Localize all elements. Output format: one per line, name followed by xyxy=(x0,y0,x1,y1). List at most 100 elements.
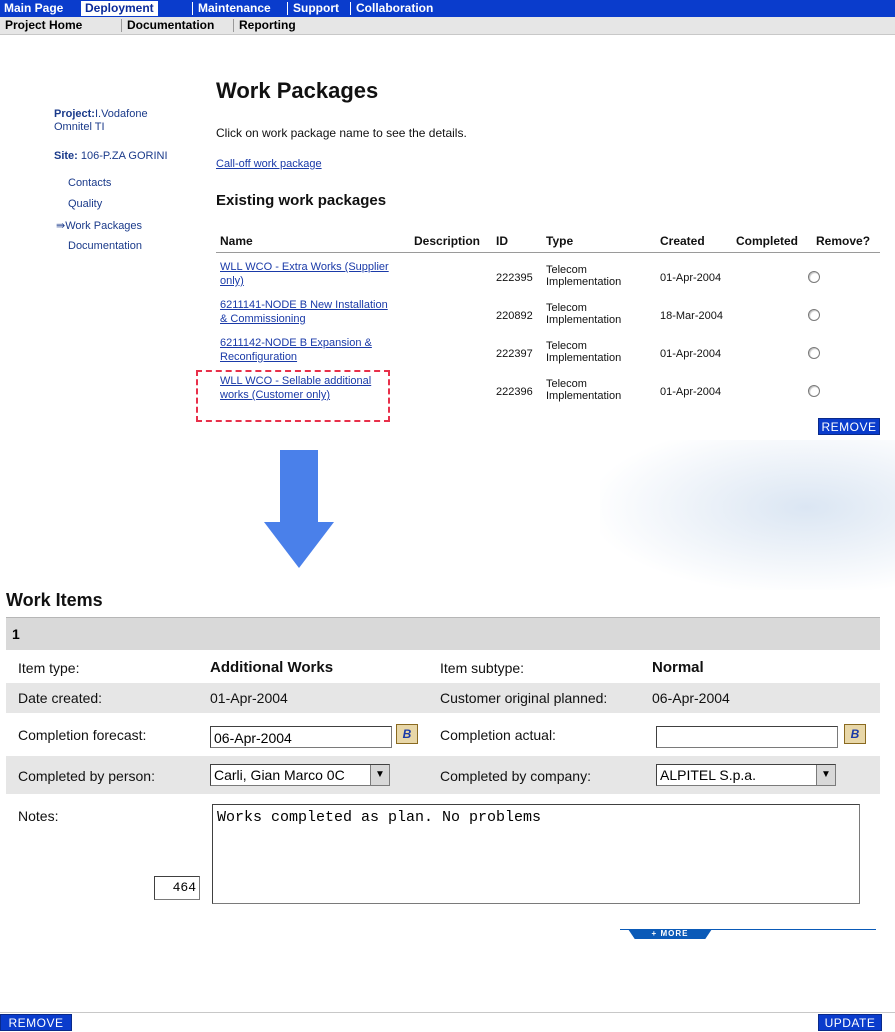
table-row: 6211142-NODE B Expansion & Reconfigurati… xyxy=(216,334,880,372)
col-created: Created xyxy=(660,234,705,248)
col-completed: Completed xyxy=(736,234,799,248)
row-item-type: Item type: Additional Works Item subtype… xyxy=(6,652,880,682)
row-completed-by: Completed by person: Carli, Gian Marco 0… xyxy=(6,756,880,794)
nav-separator xyxy=(287,2,288,15)
chevron-down-icon: ▼ xyxy=(370,765,389,785)
item-subtype-label: Item subtype: xyxy=(440,660,525,676)
completed-by-company-select[interactable]: ALPITEL S.p.a. ▼ xyxy=(656,764,836,786)
sidebar-item-work-packages[interactable]: ⇛Work Packages xyxy=(56,219,142,232)
select-value: Carli, Gian Marco 0C xyxy=(214,767,345,783)
remove-packages-button[interactable]: REMOVE xyxy=(818,418,880,435)
page-title: Work Packages xyxy=(216,78,379,103)
sidebar-project-name[interactable]: I.Vodafone xyxy=(95,108,148,120)
sidebar-item-quality[interactable]: Quality xyxy=(68,198,102,210)
row-completion: Completion forecast: 06-Apr-2004 B Compl… xyxy=(6,716,880,752)
item-type-label: Item type: xyxy=(18,660,80,676)
subnav-separator xyxy=(233,19,234,32)
highlight-box xyxy=(196,370,390,422)
work-items-title: Work Items xyxy=(6,590,103,610)
remove-radio[interactable] xyxy=(808,271,820,283)
notes-label: Notes: xyxy=(18,808,59,824)
subnav-reporting[interactable]: Reporting xyxy=(236,18,299,33)
completion-actual-label: Completion actual: xyxy=(440,727,556,743)
page-hint: Click on work package name to see the de… xyxy=(216,126,467,140)
package-type: Telecom Implementation xyxy=(546,302,622,326)
table-row: 6211141-NODE B New Installation & Commis… xyxy=(216,296,880,334)
calendar-icon[interactable]: B xyxy=(396,724,418,744)
package-created: 18-Mar-2004 xyxy=(660,310,723,322)
nav-support[interactable]: Support xyxy=(289,1,343,16)
sidebar-site-name[interactable]: 106-P.ZA GORINI xyxy=(81,150,168,162)
sidebar-item-contacts[interactable]: Contacts xyxy=(68,177,111,189)
completed-by-company-label: Completed by company: xyxy=(440,768,591,784)
sidebar-site: Site: 106-P.ZA GORINI xyxy=(54,150,168,162)
customer-planned-value: 06-Apr-2004 xyxy=(652,690,730,706)
package-name-link[interactable]: 6211142-NODE B Expansion & Reconfigurati… xyxy=(220,336,390,364)
notes-textarea[interactable]: Works completed as plan. No problems xyxy=(212,804,860,904)
item-number: 1 xyxy=(12,626,20,642)
package-id: 222395 xyxy=(496,272,533,284)
completed-by-person-label: Completed by person: xyxy=(18,768,155,784)
item-header-bar: 1 xyxy=(6,617,880,650)
item-type-value: Additional Works xyxy=(210,659,334,676)
package-id: 222396 xyxy=(496,386,533,398)
update-button[interactable]: UPDATE xyxy=(818,1014,882,1031)
footer-divider xyxy=(0,1012,895,1013)
sidebar-project-name-cont[interactable]: Omnitel TI xyxy=(54,121,105,133)
customer-planned-label: Customer original planned: xyxy=(440,690,608,706)
completion-forecast-input[interactable]: 06-Apr-2004 xyxy=(210,726,392,748)
char-counter: 464 xyxy=(154,876,200,900)
more-button[interactable]: + MORE xyxy=(628,929,712,939)
nav-main-page[interactable]: Main Page xyxy=(0,1,67,16)
package-id: 220892 xyxy=(496,310,533,322)
nav-collaboration[interactable]: Collaboration xyxy=(352,1,437,16)
col-id: ID xyxy=(496,234,508,248)
existing-packages-title: Existing work packages xyxy=(216,192,387,209)
package-type: Telecom Implementation xyxy=(546,378,622,402)
nav-separator xyxy=(350,2,351,15)
background-glow xyxy=(600,440,895,590)
completion-actual-input[interactable] xyxy=(656,726,838,748)
package-type: Telecom Implementation xyxy=(546,264,622,288)
subnav-documentation[interactable]: Documentation xyxy=(124,18,217,33)
package-created: 01-Apr-2004 xyxy=(660,348,722,360)
chevron-down-icon: ▼ xyxy=(816,765,835,785)
sidebar-project-label: Project: xyxy=(54,108,95,120)
nav-deployment[interactable]: Deployment xyxy=(81,1,158,16)
select-value: ALPITEL S.p.a. xyxy=(660,767,756,783)
completed-by-person-select[interactable]: Carli, Gian Marco 0C ▼ xyxy=(210,764,390,786)
remove-radio[interactable] xyxy=(808,347,820,359)
package-name-link[interactable]: WLL WCO - Extra Works (Supplier only) xyxy=(220,260,390,288)
nav-maintenance[interactable]: Maintenance xyxy=(194,1,275,16)
completion-forecast-label: Completion forecast: xyxy=(18,727,147,743)
sidebar-site-label: Site: xyxy=(54,150,78,162)
col-name: Name xyxy=(220,234,253,248)
active-arrow-icon: ⇛ xyxy=(56,220,66,232)
remove-radio[interactable] xyxy=(808,309,820,321)
sidebar-project: Project:I.Vodafone xyxy=(54,108,148,120)
date-created-value: 01-Apr-2004 xyxy=(210,690,288,706)
package-name-link[interactable]: 6211141-NODE B New Installation & Commis… xyxy=(220,298,390,326)
date-created-label: Date created: xyxy=(18,690,103,706)
col-description: Description xyxy=(414,234,481,248)
sub-nav-bar: Project Home Documentation Reporting xyxy=(0,17,895,35)
table-header: Name Description ID Type Created Complet… xyxy=(216,230,880,253)
down-arrow-icon xyxy=(280,450,318,524)
sidebar-item-documentation[interactable]: Documentation xyxy=(68,240,142,252)
remove-radio[interactable] xyxy=(808,385,820,397)
col-type: Type xyxy=(546,234,574,248)
package-created: 01-Apr-2004 xyxy=(660,272,722,284)
package-created: 01-Apr-2004 xyxy=(660,386,722,398)
remove-item-button[interactable]: REMOVE xyxy=(0,1014,72,1031)
table-row: WLL WCO - Extra Works (Supplier only) 22… xyxy=(216,258,880,296)
item-subtype-value: Normal xyxy=(652,659,704,676)
col-remove: Remove? xyxy=(816,234,871,248)
calloff-link[interactable]: Call-off work package xyxy=(216,158,322,170)
calendar-icon[interactable]: B xyxy=(844,724,866,744)
main-nav-bar: Main Page Deployment Maintenance Support… xyxy=(0,0,895,17)
subnav-project-home[interactable]: Project Home xyxy=(2,18,85,33)
package-id: 222397 xyxy=(496,348,533,360)
nav-separator xyxy=(192,2,193,15)
down-arrow-head-icon xyxy=(264,522,334,568)
package-type: Telecom Implementation xyxy=(546,340,622,364)
